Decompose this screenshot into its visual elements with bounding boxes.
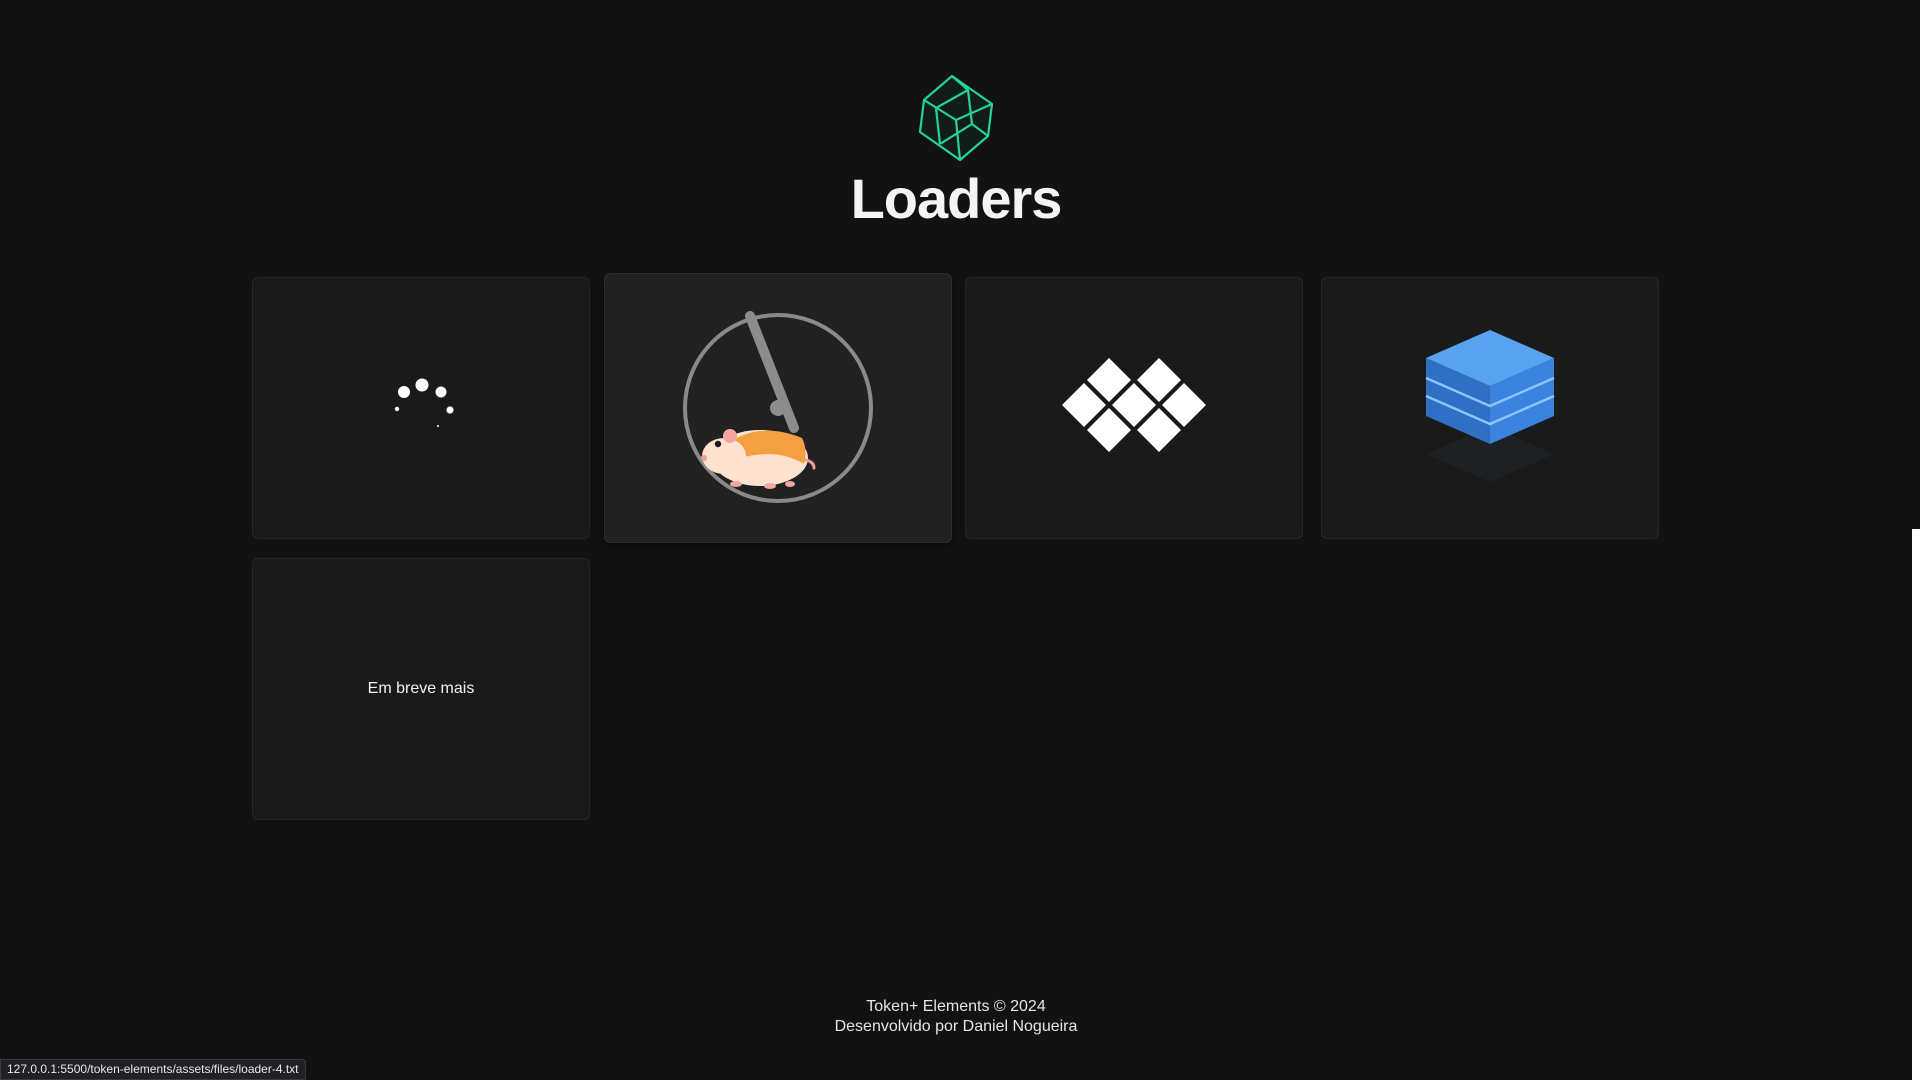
layers-stack-icon — [1425, 330, 1555, 482]
page: Loaders Em breve mais Token+ Elements © … — [0, 0, 1920, 1080]
footer-credits: Desenvolvido por Daniel Nogueira — [834, 1018, 1078, 1035]
loader-card-hamster[interactable] — [604, 273, 952, 543]
loader-card-diamonds[interactable] — [965, 277, 1303, 539]
hamster-wheel-icon — [683, 311, 873, 503]
green-cube-icon — [918, 74, 994, 162]
loader-card-layers[interactable] — [1321, 277, 1659, 539]
footer: Token+ Elements © 2024 Desenvolvido por … — [0, 997, 1912, 1037]
dots-spinner-icon — [394, 378, 454, 427]
diamond-grid-icon — [1062, 358, 1206, 452]
coming-soon-label: Em breve mais — [367, 680, 475, 697]
loader-card-dots[interactable] — [252, 277, 590, 539]
page-title: Loaders — [850, 167, 1063, 230]
status-bar-url: 127.0.0.1:5500/token-elements/assets/fil… — [0, 1059, 306, 1080]
coming-soon-card[interactable]: Em breve mais — [252, 558, 590, 820]
scrollbar[interactable] — [1912, 529, 1920, 1080]
footer-copyright: Token+ Elements © 2024 — [866, 998, 1046, 1015]
